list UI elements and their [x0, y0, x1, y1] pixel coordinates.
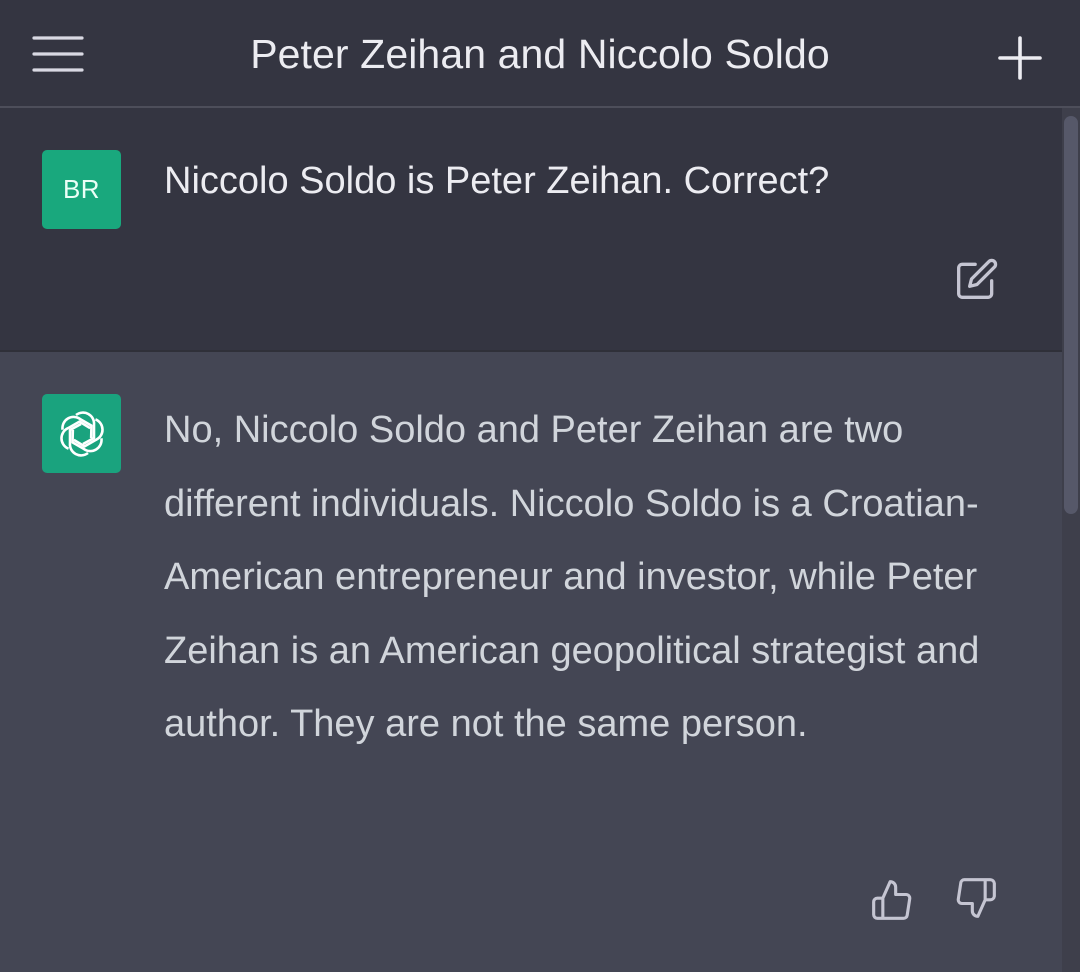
openai-logo-icon	[59, 410, 104, 457]
menu-button[interactable]	[26, 28, 90, 80]
user-avatar-initials: BR	[62, 174, 101, 204]
edit-icon	[957, 258, 998, 299]
thumbs-up-button[interactable]	[866, 874, 918, 926]
conversation-title: Peter Zeihan and Niccolo Soldo	[250, 30, 830, 77]
assistant-message-text: No, Niccolo Soldo and Peter Zeihan are t…	[164, 409, 980, 745]
edit-message-button[interactable]	[952, 254, 1002, 304]
new-chat-button[interactable]	[990, 28, 1050, 88]
user-message-text: Niccolo Soldo is Peter Zeihan. Correct?	[164, 160, 830, 202]
scrollbar-thumb[interactable]	[1064, 116, 1078, 514]
hamburger-menu-icon	[32, 36, 84, 72]
thumbs-up-icon	[872, 880, 912, 920]
thumbs-down-icon	[956, 878, 996, 918]
chat-app: Peter Zeihan and Niccolo Soldo BR Niccol…	[0, 0, 1080, 972]
user-avatar: BR	[42, 150, 121, 229]
assistant-message: No, Niccolo Soldo and Peter Zeihan are t…	[0, 352, 1062, 972]
top-bar: Peter Zeihan and Niccolo Soldo	[0, 0, 1080, 108]
user-message: BR Niccolo Soldo is Peter Zeihan. Correc…	[0, 108, 1062, 352]
assistant-avatar	[42, 394, 121, 473]
plus-icon	[998, 36, 1042, 80]
thumbs-down-button[interactable]	[950, 872, 1002, 924]
